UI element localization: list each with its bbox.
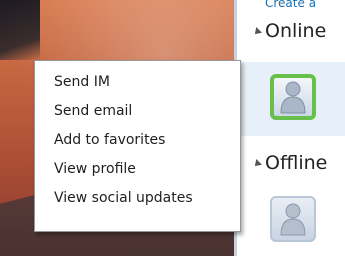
group-header-online[interactable]: Online	[252, 20, 327, 42]
contact-list-panel: Create a Online Offline	[234, 0, 345, 256]
menu-item-add-to-favorites[interactable]: Add to favorites	[35, 126, 240, 155]
menu-item-send-email[interactable]: Send email	[35, 97, 240, 126]
menu-item-view-profile[interactable]: View profile	[35, 155, 240, 184]
person-icon	[280, 203, 306, 236]
person-icon	[280, 81, 306, 114]
group-header-offline[interactable]: Offline	[252, 152, 328, 174]
contact-avatar-online[interactable]	[270, 74, 316, 120]
contact-avatar-offline[interactable]	[270, 196, 316, 242]
create-link[interactable]: Create a	[265, 0, 316, 10]
menu-item-view-social-updates[interactable]: View social updates	[35, 184, 240, 213]
collapse-arrow-icon	[252, 158, 262, 169]
background-shadow	[0, 0, 40, 60]
group-label-offline: Offline	[265, 152, 328, 174]
collapse-arrow-icon	[252, 26, 262, 37]
group-label-online: Online	[265, 20, 327, 42]
contact-row-online[interactable]	[240, 62, 345, 136]
contact-context-menu: Send IM Send email Add to favorites View…	[34, 60, 241, 232]
menu-item-send-im[interactable]: Send IM	[35, 68, 240, 97]
